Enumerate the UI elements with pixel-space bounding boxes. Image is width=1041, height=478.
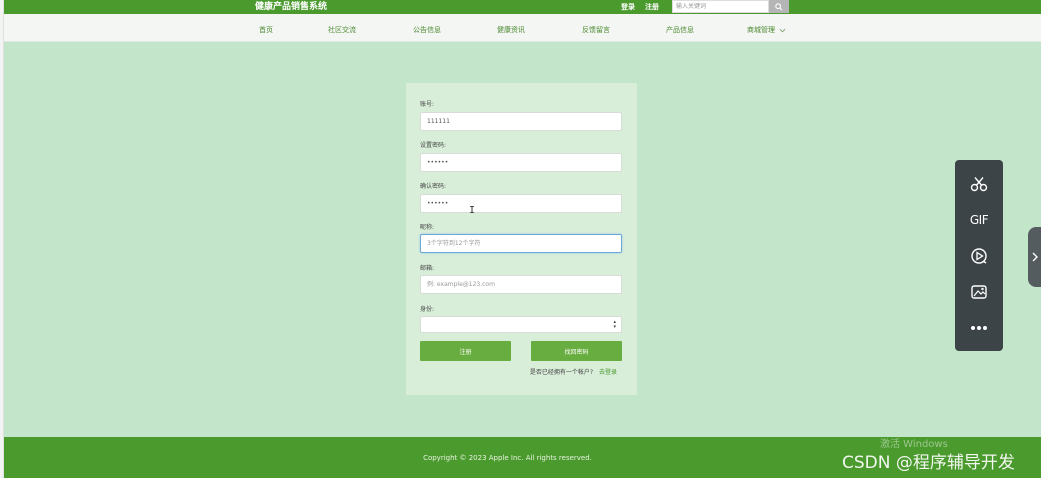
nav-item-announcements[interactable]: 公告信息	[413, 14, 441, 42]
confirm-password-input[interactable]	[420, 194, 622, 213]
collapse-side-tab[interactable]	[1028, 227, 1041, 287]
nav-item-products[interactable]: 产品信息	[666, 14, 694, 42]
nav-item-label: 商城管理	[747, 26, 775, 34]
email-input[interactable]	[420, 275, 622, 294]
account-label: 账号:	[420, 101, 435, 108]
nickname-label: 昵称:	[420, 224, 435, 231]
search-input[interactable]	[672, 0, 769, 13]
nav-item-home[interactable]: 首页	[259, 14, 273, 42]
chevron-right-icon	[1032, 252, 1038, 262]
nickname-input[interactable]	[420, 234, 622, 253]
site-title: 健康产品销售系统	[255, 2, 328, 12]
nav-item-community[interactable]: 社区交流	[328, 14, 356, 42]
password-input[interactable]	[420, 153, 622, 172]
identity-label: 身份:	[420, 306, 435, 313]
email-label: 邮箱:	[420, 265, 435, 272]
top-header: 健康产品销售系统 登录 注册	[4, 0, 1041, 14]
text-cursor-icon: I	[469, 205, 476, 216]
select-arrows-icon: ▴ ▾	[613, 319, 616, 330]
retrieve-password-button[interactable]: 找回密码	[531, 341, 622, 361]
register-form-card: 账号: 设置密码: 确认密码: 昵称: 邮箱: 身份: ▴▾ 注册 找回密码 是…	[406, 83, 637, 395]
register-link[interactable]: 注册	[645, 0, 659, 14]
login-prompt: 是否已经拥有一个帐户? 去登录	[530, 367, 617, 376]
nav-item-health-news[interactable]: 健康资讯	[497, 14, 525, 42]
scissors-icon	[970, 177, 988, 192]
scissors-button[interactable]	[955, 169, 1003, 199]
gif-button[interactable]: GIF	[955, 205, 1003, 235]
login-link[interactable]: 登录	[621, 0, 635, 14]
image-capture-icon	[971, 285, 987, 299]
page: 健康产品销售系统 登录 注册 首页 社区交流 公告信息 健康资讯 反馈留言 产品…	[4, 0, 1041, 478]
nav-item-feedback[interactable]: 反馈留言	[582, 14, 610, 42]
more-icon	[971, 326, 987, 330]
screen-record-button[interactable]	[955, 241, 1003, 271]
main-nav: 首页 社区交流 公告信息 健康资讯 反馈留言 产品信息 商城管理	[4, 14, 1041, 42]
confirm-password-label: 确认密码:	[420, 183, 447, 190]
password-label: 设置密码:	[420, 142, 447, 149]
account-input[interactable]	[420, 112, 622, 131]
identity-select[interactable]: ▴ ▾	[420, 316, 622, 333]
search-icon	[775, 2, 783, 11]
chevron-down-icon	[779, 28, 786, 32]
login-question: 是否已经拥有一个帐户?	[529, 369, 594, 376]
csdn-watermark: CSDN @程序辅导开发	[842, 453, 1015, 473]
screen-record-icon	[971, 248, 987, 264]
register-button[interactable]: 注册	[420, 341, 511, 361]
go-login-link[interactable]: 去登录	[599, 369, 617, 376]
image-capture-button[interactable]	[955, 277, 1003, 307]
nav-item-mall-management[interactable]: 商城管理	[747, 14, 786, 42]
more-button[interactable]	[955, 313, 1003, 343]
floating-toolbar: GIF	[955, 160, 1003, 351]
search-button[interactable]	[769, 0, 789, 13]
gif-icon: GIF	[969, 213, 989, 227]
